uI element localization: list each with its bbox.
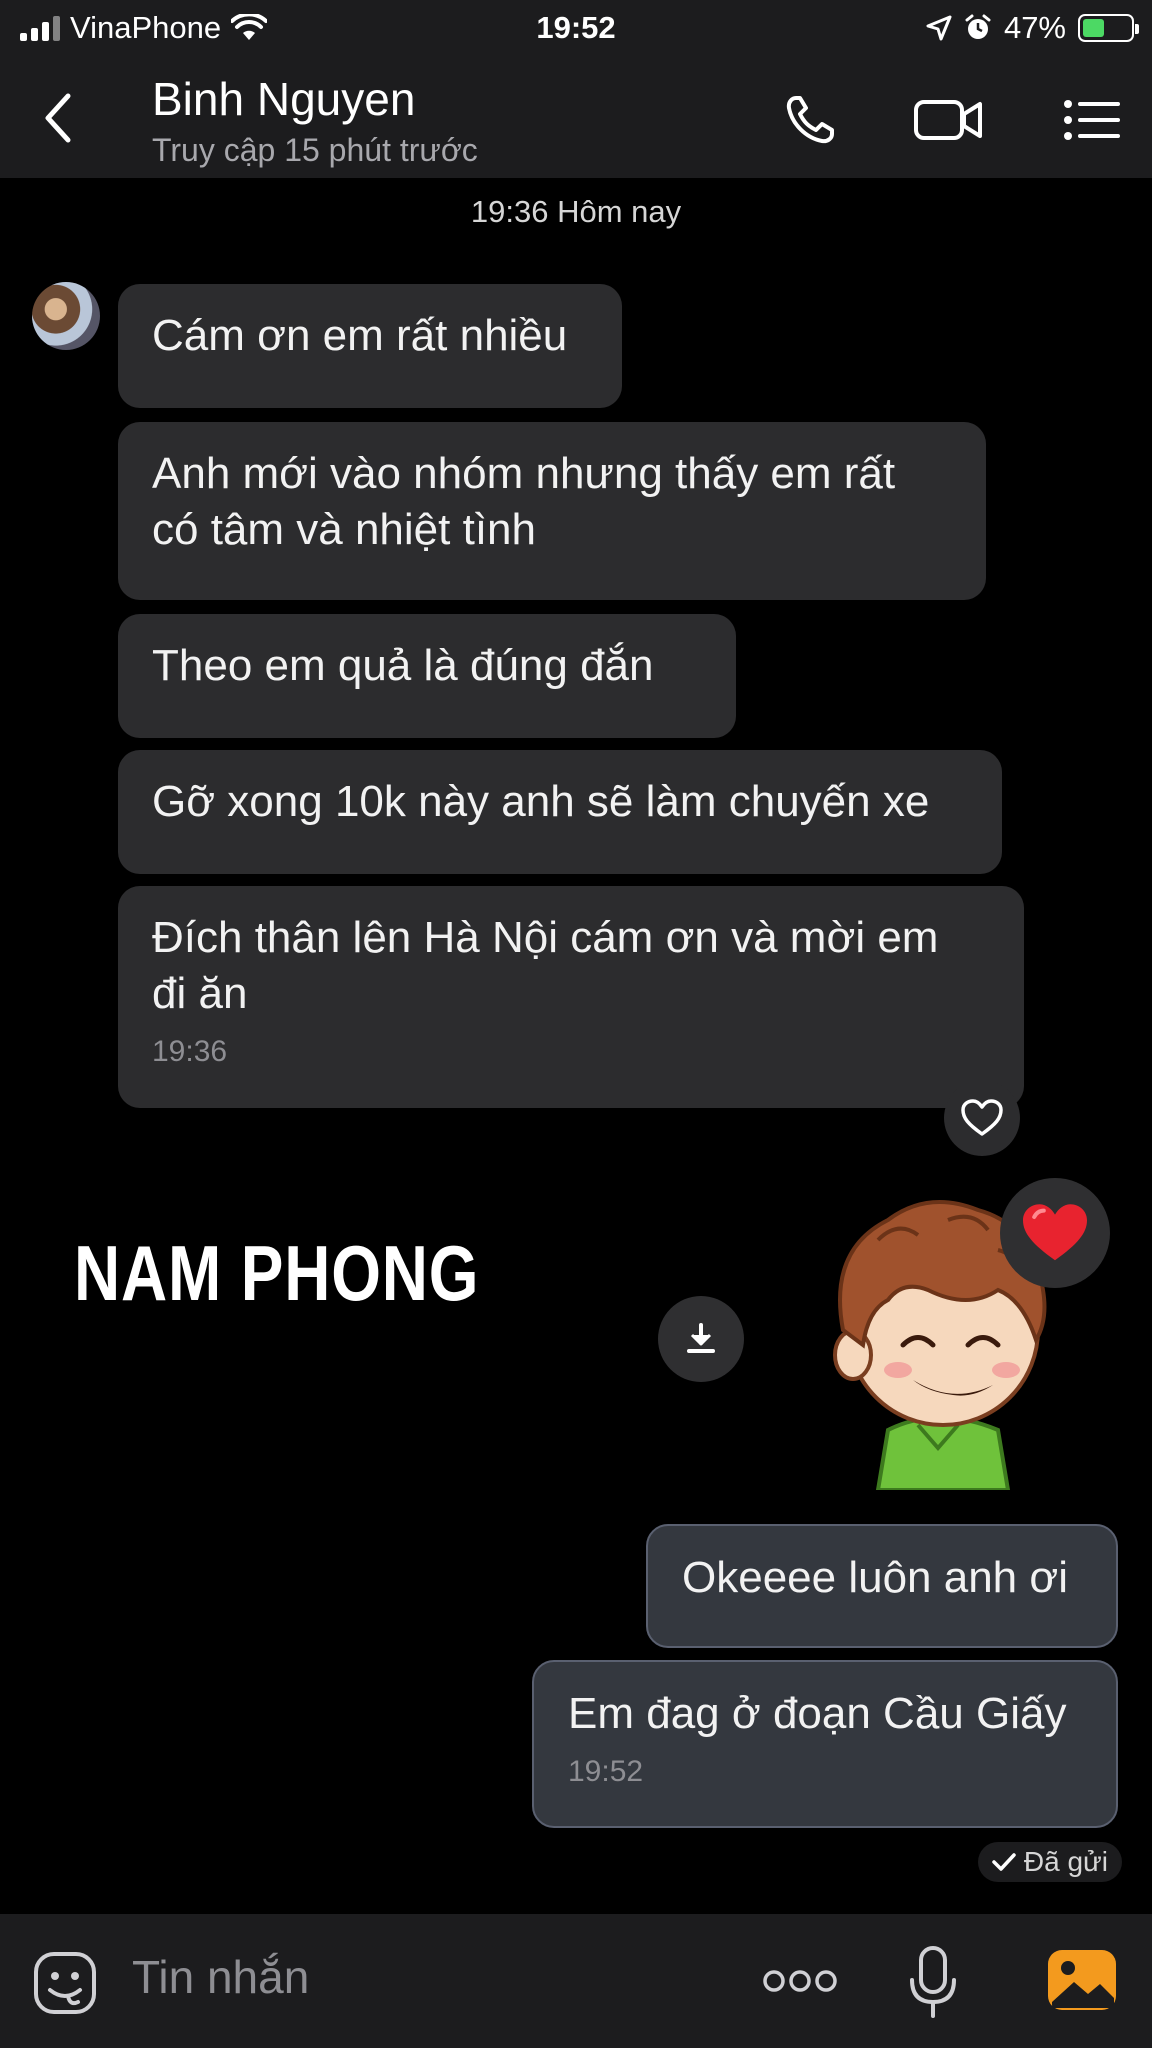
download-button[interactable] — [658, 1296, 744, 1382]
message-text: Cám ơn em rất nhiều — [152, 311, 568, 360]
message-text: Okeeee luôn anh ơi — [682, 1553, 1069, 1602]
watermark-text: NAM PHONG — [74, 1229, 480, 1317]
top-bar: VinaPhone 19:52 47% Binh Nguyen Truy cập… — [0, 0, 1152, 178]
message-text-line1: Đích thân lên Hà Nội cám ơn và mời em — [152, 913, 939, 962]
message-bubble-outgoing[interactable]: Em đag ở đoạn Cầu Giấy 19:52 — [532, 1660, 1118, 1828]
status-bar: VinaPhone 19:52 47% — [0, 0, 1152, 60]
message-timestamp: 19:52 — [568, 1755, 644, 1788]
message-text-line1: Anh mới vào nhóm nhưng thấy em rất — [152, 449, 896, 498]
message-timestamp: 19:36 — [152, 1035, 228, 1068]
alarm-icon — [965, 14, 991, 39]
contact-avatar[interactable] — [32, 282, 100, 350]
message-text-line2: có tâm và nhiệt tình — [152, 505, 536, 554]
location-arrow-icon — [926, 15, 952, 41]
message-input-bar: Tin nhắn — [0, 1914, 1152, 2048]
menu-list-icon[interactable] — [1060, 90, 1124, 150]
heart-outline-icon — [961, 1099, 1003, 1136]
message-bubble-incoming[interactable]: Cám ơn em rất nhiều — [118, 284, 622, 408]
sent-status-badge: Đã gửi — [977, 1842, 1122, 1882]
download-icon — [687, 1323, 715, 1353]
phone-icon[interactable] — [780, 90, 844, 150]
status-right-group: 47% — [926, 10, 1139, 46]
chat-header: Binh Nguyen Truy cập 15 phút trước — [0, 60, 1152, 178]
photo-gallery-icon[interactable] — [1044, 1946, 1120, 2014]
message-input[interactable]: Tin nhắn — [132, 1950, 309, 2004]
contact-name[interactable]: Binh Nguyen — [152, 72, 415, 126]
checkmark-icon — [992, 1853, 1016, 1871]
message-bubble-incoming[interactable]: Theo em quả là đúng đắn — [118, 614, 736, 738]
message-text: Em đag ở đoạn Cầu Giấy — [568, 1689, 1067, 1738]
sent-status-label: Đã gửi — [1023, 1846, 1108, 1877]
message-text-line2: đi ăn — [152, 969, 248, 1018]
message-text: Theo em quả là đúng đắn — [152, 641, 654, 690]
video-call-icon[interactable] — [912, 90, 986, 150]
microphone-icon[interactable] — [906, 1944, 960, 2022]
more-dots-icon[interactable] — [762, 1966, 838, 1996]
sticker-reaction[interactable] — [1000, 1178, 1110, 1288]
react-heart-button[interactable] — [944, 1080, 1020, 1156]
back-chevron-icon[interactable] — [36, 88, 80, 148]
battery-percent: 47% — [1003, 10, 1066, 45]
message-bubble-incoming[interactable]: Gỡ xong 10k này anh sẽ làm chuyến xe — [118, 750, 1002, 874]
red-heart-icon — [1023, 1204, 1087, 1261]
message-bubble-incoming[interactable]: Anh mới vào nhóm nhưng thấy em rất có tâ… — [118, 422, 986, 600]
message-bubble-outgoing[interactable]: Okeeee luôn anh ơi — [646, 1524, 1118, 1648]
date-separator: 19:36 Hôm nay — [470, 194, 682, 229]
message-bubble-incoming[interactable]: Đích thân lên Hà Nội cám ơn và mời em đi… — [118, 886, 1024, 1108]
last-seen-status: Truy cập 15 phút trước — [152, 132, 478, 168]
battery-icon — [1078, 14, 1139, 42]
sticker-smile-icon[interactable] — [32, 1950, 98, 2016]
message-text: Gỡ xong 10k này anh sẽ làm chuyến xe — [152, 777, 930, 826]
